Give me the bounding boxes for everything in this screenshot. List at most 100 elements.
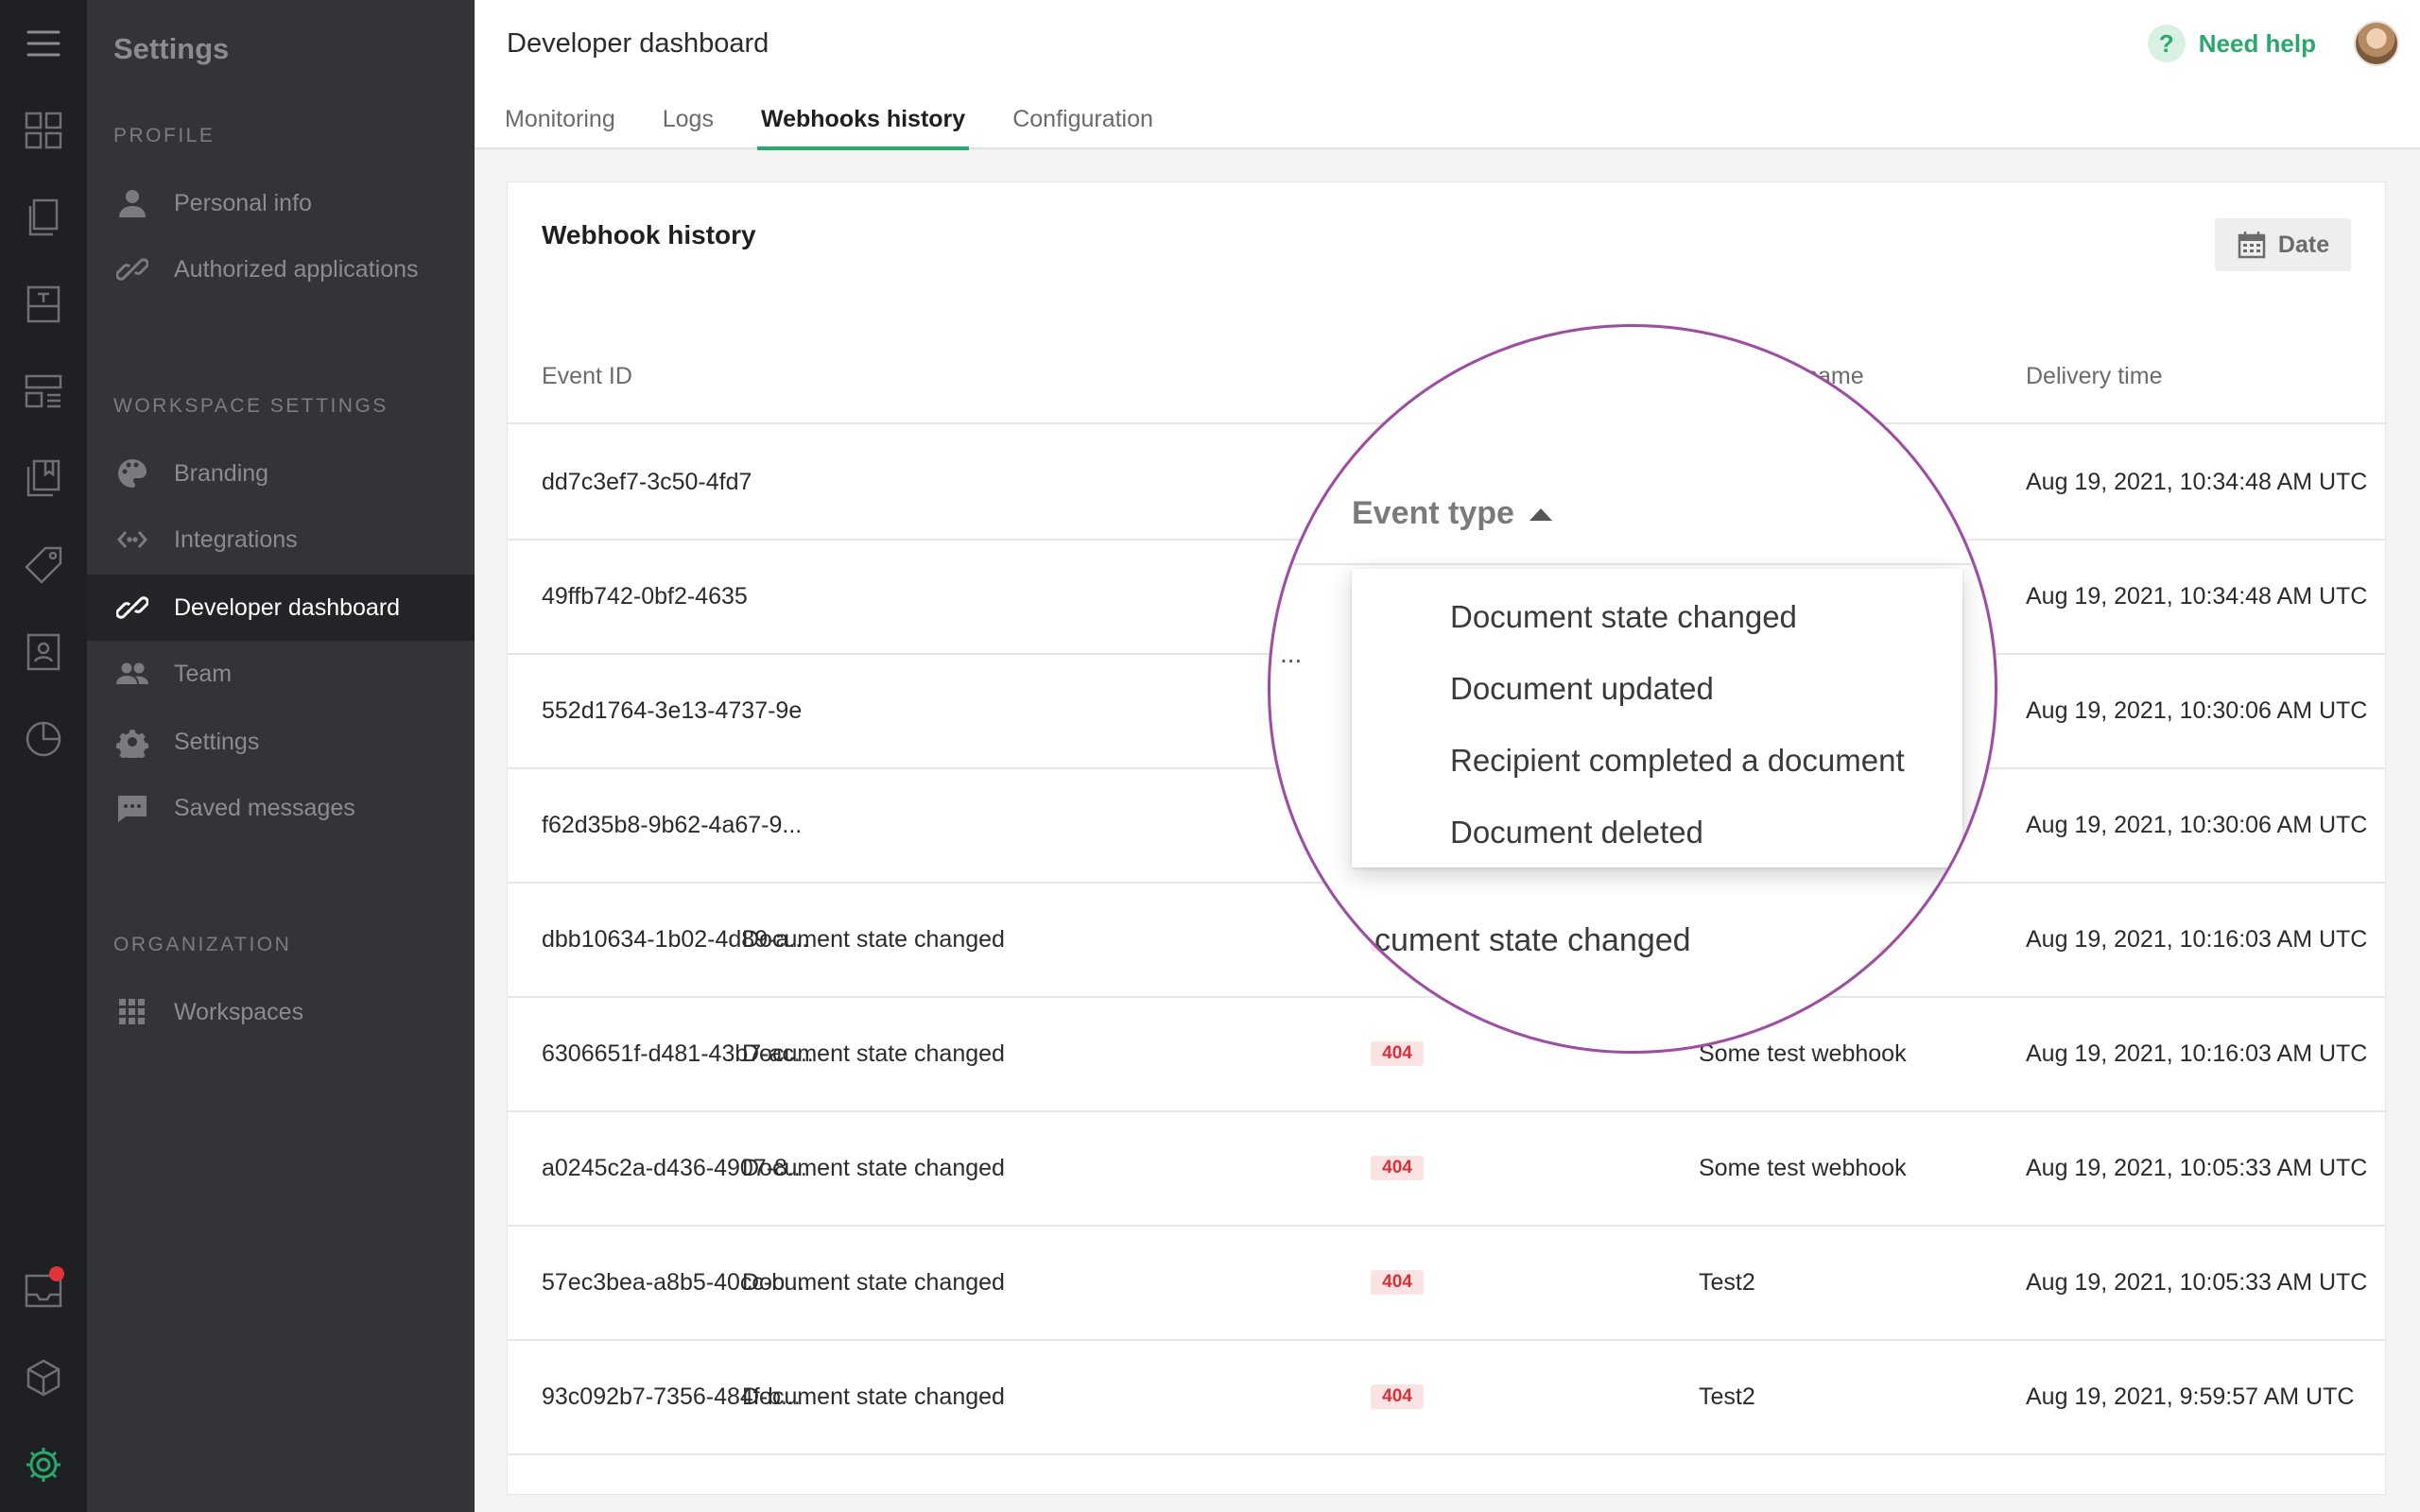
sidebar-item-workspaces[interactable]: Workspaces	[87, 979, 475, 1045]
dropdown-option-document-state-changed[interactable]: Document state changed	[1450, 599, 1797, 635]
delivery-time-cell: Aug 19, 2021, 10:16:03 AM UTC	[2026, 926, 2368, 953]
settings-sidebar: Settings PROFILE Personal info Authorize…	[87, 0, 475, 1512]
link-icon	[113, 250, 151, 288]
tab-logs[interactable]: Logs	[659, 102, 717, 150]
more-options-icon[interactable]: ...	[1280, 639, 1302, 669]
delivery-time-cell: Aug 19, 2021, 10:30:06 AM UTC	[2026, 812, 2368, 838]
hamburger-menu-icon[interactable]	[21, 21, 66, 66]
sidebar-item-developer-dashboard[interactable]: Developer dashboard	[87, 575, 475, 641]
table-row[interactable]: 93c092b7-7356-484f-b... Document state ch…	[508, 1341, 2385, 1455]
delivery-time-cell: Aug 19, 2021, 10:34:48 AM UTC	[2026, 583, 2368, 610]
date-button-label: Date	[2277, 231, 2330, 258]
tab-webhooks-history[interactable]: Webhooks history	[756, 102, 970, 150]
section-label-profile: PROFILE	[113, 125, 216, 146]
caret-up-icon	[1529, 508, 1552, 521]
event-type-cell: Document state changed	[742, 1155, 1005, 1181]
sidebar-item-settings[interactable]: Settings	[87, 709, 475, 775]
dropdown-option-document-updated[interactable]: Document updated	[1450, 671, 1714, 707]
dropdown-option-document-deleted[interactable]: Document deleted	[1450, 815, 1703, 850]
code-icon	[113, 521, 151, 558]
need-help-label: Need help	[2198, 28, 2316, 58]
sidebar-title: Settings	[113, 32, 230, 65]
top-header: Developer dashboard ? Need help Monitori…	[475, 0, 2420, 150]
tab-bar: Monitoring Logs Webhooks history Configu…	[501, 102, 1197, 150]
webhook-name-cell: Test2	[1699, 1383, 1755, 1410]
icon-rail	[0, 0, 87, 1512]
sidebar-item-label: Team	[174, 660, 233, 687]
sidebar-item-label: Saved messages	[174, 794, 355, 821]
status-badge: 404	[1371, 1156, 1424, 1180]
event-type-cell: Document state changed	[742, 1040, 1005, 1067]
reports-icon[interactable]	[21, 716, 66, 762]
settings-gear-icon[interactable]	[21, 1442, 66, 1487]
sidebar-item-label: Authorized applications	[174, 255, 419, 283]
magnified-row-event-type: cument state changed	[1374, 922, 1691, 958]
need-help-button[interactable]: ? Need help	[2147, 25, 2316, 62]
event-type-cell: Document state changed	[742, 1269, 1005, 1296]
documents-icon[interactable]	[21, 195, 66, 240]
table-row[interactable]: 6306651f-d481-43b7-ac... Document state c…	[508, 998, 2385, 1112]
delivery-time-cell: Aug 19, 2021, 10:30:06 AM UTC	[2026, 697, 2368, 724]
gear-icon	[113, 723, 151, 761]
delivery-time-cell: Aug 19, 2021, 10:34:48 AM UTC	[2026, 469, 2368, 495]
notification-dot	[49, 1266, 64, 1281]
person-icon	[113, 184, 151, 222]
inbox-icon[interactable]	[21, 1266, 66, 1314]
delivery-time-cell: Aug 19, 2021, 10:05:33 AM UTC	[2026, 1155, 2368, 1181]
apps-cube-icon[interactable]	[21, 1355, 66, 1400]
calendar-icon	[2238, 232, 2266, 259]
sidebar-item-authorized-applications[interactable]: Authorized applications	[87, 236, 475, 302]
event-id-cell: dd7c3ef7-3c50-4fd7	[542, 469, 752, 495]
column-event-id[interactable]: Event ID	[542, 326, 632, 426]
webhook-name-cell: Some test webhook	[1699, 1155, 1907, 1181]
status-badge: 404	[1371, 1041, 1424, 1066]
event-id-cell: 552d1764-3e13-4737-9e	[542, 697, 803, 724]
date-filter-button[interactable]: Date	[2215, 218, 2351, 271]
delivery-time-cell: Aug 19, 2021, 10:05:33 AM UTC	[2026, 1269, 2368, 1296]
status-badge: 404	[1371, 1270, 1424, 1295]
content-library-icon[interactable]	[21, 455, 66, 501]
dashboard-icon[interactable]	[21, 108, 66, 153]
sidebar-item-personal-info[interactable]: Personal info	[87, 170, 475, 236]
grid-icon	[113, 993, 151, 1031]
table-row[interactable]: 237c2347-a831-479a-9d...Document state c…	[508, 1455, 2385, 1494]
tab-monitoring[interactable]: Monitoring	[501, 102, 619, 150]
tag-icon[interactable]	[21, 542, 66, 588]
contacts-icon[interactable]	[21, 629, 66, 675]
delivery-time-cell: Aug 19, 2021, 10:16:03 AM UTC	[2026, 1040, 2368, 1067]
card-title: Webhook history	[542, 220, 756, 249]
event-type-dropdown: Document state changed Document updated …	[1352, 569, 1962, 868]
sidebar-item-label: Personal info	[174, 189, 312, 216]
sidebar-item-label: Developer dashboard	[174, 593, 401, 621]
column-delivery-time[interactable]: Delivery time	[2026, 326, 2162, 426]
table-row[interactable]: 57ec3bea-a8b5-40cc-b... Document state ch…	[508, 1227, 2385, 1341]
event-type-cell: Document state changed	[742, 926, 1005, 953]
sidebar-item-saved-messages[interactable]: Saved messages	[87, 775, 475, 841]
table-row[interactable]: a0245c2a-d436-4907-8... Document state ch…	[508, 1112, 2385, 1227]
magnified-status-badge: 404	[1879, 947, 1932, 971]
page-title: Developer dashboard	[507, 28, 769, 59]
delivery-time-cell: Aug 19, 2021, 9:59:57 AM UTC	[2026, 1455, 2354, 1494]
event-id-cell: f62d35b8-9b62-4a67-9...	[542, 812, 803, 838]
avatar[interactable]	[2354, 21, 2399, 66]
sidebar-item-team[interactable]: Team	[87, 641, 475, 707]
developer-link-icon	[113, 589, 151, 627]
team-icon	[113, 655, 151, 693]
dropdown-option-recipient-completed[interactable]: Recipient completed a document	[1450, 743, 1905, 779]
event-type-column-header[interactable]: Event type	[1352, 495, 1552, 532]
sidebar-item-label: Workspaces	[174, 998, 304, 1025]
help-icon: ?	[2147, 25, 2186, 62]
event-type-header-label: Event type	[1352, 495, 1514, 531]
magnifier-overlay: Event type ... Document state changed Do…	[1268, 324, 1997, 1054]
sidebar-item-integrations[interactable]: Integrations	[87, 507, 475, 573]
section-label-organization: ORGANIZATION	[113, 934, 292, 955]
sidebar-item-branding[interactable]: Branding	[87, 440, 475, 507]
forms-icon[interactable]	[21, 369, 66, 414]
event-type-cell: Document state changed	[742, 1383, 1005, 1410]
status-badge: 404	[1371, 1384, 1424, 1409]
sidebar-item-label: Branding	[174, 459, 269, 487]
tab-configuration[interactable]: Configuration	[1009, 102, 1157, 150]
event-id-cell: 49ffb742-0bf2-4635	[542, 583, 748, 610]
templates-icon[interactable]	[21, 282, 66, 327]
webhook-history-card: Webhook history Date Event ID Webhook na…	[507, 181, 2386, 1495]
